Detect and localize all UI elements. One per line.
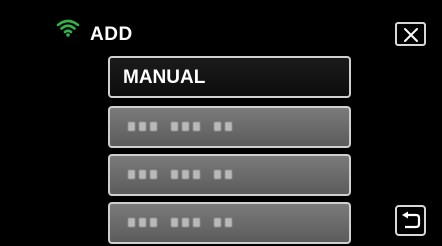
obscured-ssid (128, 218, 232, 228)
manual-button[interactable]: MANUAL (108, 56, 351, 98)
access-point-button[interactable] (108, 202, 351, 244)
back-button[interactable] (395, 205, 426, 236)
return-icon (402, 211, 421, 229)
obscured-ssid (128, 170, 232, 180)
header-bar: ADD (0, 0, 442, 46)
page-title: ADD (90, 24, 133, 45)
access-point-button[interactable] (108, 106, 351, 148)
manual-label: MANUAL (123, 67, 206, 88)
access-point-button[interactable] (108, 154, 351, 196)
wifi-icon (56, 19, 80, 37)
obscured-ssid (128, 122, 232, 132)
close-button[interactable] (395, 22, 426, 46)
close-icon (404, 28, 418, 42)
